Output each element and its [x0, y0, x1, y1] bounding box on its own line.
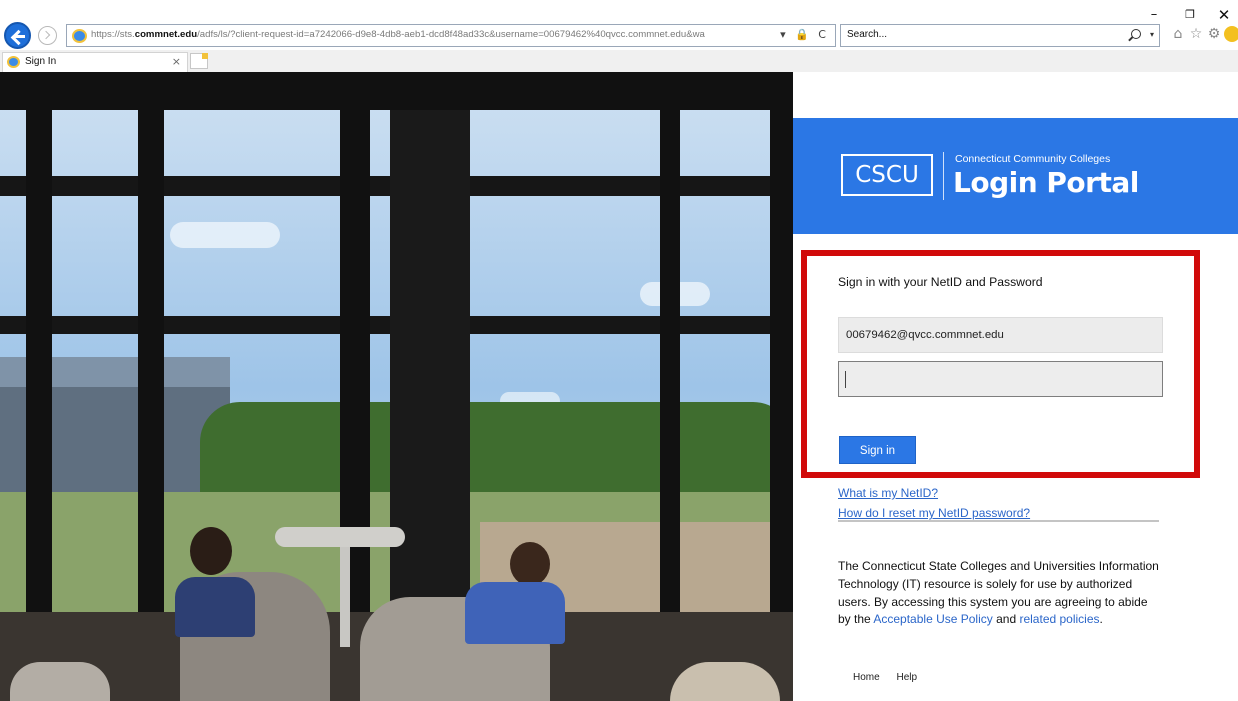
sign-in-button[interactable]: Sign in — [839, 436, 916, 464]
browser-chrome: – ❐ ✕ https://sts.commnet.edu/adfs/ls/?c… — [0, 0, 1238, 72]
brand-banner: CSCU Connecticut Community Colleges Logi… — [793, 118, 1238, 234]
policy-text-middle: and — [992, 612, 1020, 627]
text-caret — [845, 371, 846, 388]
cloud — [170, 222, 280, 248]
gear-icon[interactable]: ⚙ — [1206, 26, 1222, 42]
window-mullion — [770, 72, 793, 701]
armchair — [10, 662, 110, 701]
tab-sign-in[interactable]: Sign In × — [2, 52, 188, 72]
brand-title: Login Portal — [953, 166, 1139, 199]
back-arrow-icon[interactable] — [4, 22, 31, 49]
feedback-smiley-icon[interactable] — [1224, 26, 1238, 42]
background-photo — [0, 72, 793, 701]
what-is-netid-link[interactable]: What is my NetID? — [838, 486, 938, 500]
reset-password-link[interactable]: How do I reset my NetID password? — [838, 506, 1030, 520]
close-tab-icon[interactable]: × — [172, 55, 181, 68]
person-body — [465, 582, 565, 644]
acceptable-use-link[interactable]: Acceptable Use Policy — [873, 612, 992, 626]
footer-help-link[interactable]: Help — [896, 672, 917, 683]
tab-title: Sign In — [25, 56, 57, 67]
forward-arrow-icon[interactable] — [38, 26, 57, 45]
login-panel: CSCU Connecticut Community Colleges Logi… — [793, 72, 1238, 701]
logo-divider — [943, 152, 944, 200]
form-heading: Sign in with your NetID and Password — [838, 275, 1043, 289]
cscu-logo: CSCU — [841, 154, 933, 196]
window-mullion — [660, 72, 680, 701]
window-mullion — [26, 72, 52, 701]
policy-text-end: . — [1099, 612, 1103, 627]
lamp-stand — [340, 547, 350, 647]
username-value: 00679462@qvcc.commnet.edu — [846, 329, 1004, 341]
lamp — [275, 527, 405, 547]
url-path: /adfs/ls/?client-request-id=a7242066-d9e… — [197, 29, 705, 40]
address-url[interactable]: https://sts.commnet.edu/adfs/ls/?client-… — [91, 29, 781, 44]
url-prefix: https://sts. — [91, 29, 135, 40]
search-icon[interactable] — [1131, 29, 1141, 39]
toolbar-icons: ⌂ ☆ ⚙ — [1170, 26, 1238, 46]
username-field[interactable]: 00679462@qvcc.commnet.edu — [838, 317, 1163, 353]
window-mullion — [138, 72, 164, 701]
person-body — [175, 577, 255, 637]
footer-home-link[interactable]: Home — [853, 672, 880, 683]
footer-links: Home Help — [853, 672, 931, 683]
related-policies-link[interactable]: related policies — [1019, 612, 1099, 626]
address-row: https://sts.commnet.edu/adfs/ls/?client-… — [0, 20, 1238, 50]
address-tools[interactable]: ▾ 🔒 C — [780, 28, 829, 41]
search-input[interactable]: Search... — [847, 29, 887, 40]
home-icon[interactable]: ⌂ — [1170, 26, 1186, 42]
browser-search-box[interactable]: Search... ▾ — [840, 24, 1160, 47]
url-domain: commnet.edu — [134, 29, 198, 40]
person-head — [190, 527, 232, 575]
brand-subtitle: Connecticut Community Colleges — [955, 153, 1111, 165]
password-field[interactable] — [838, 361, 1163, 397]
divider — [838, 520, 1159, 522]
address-bar[interactable]: https://sts.commnet.edu/adfs/ls/?client-… — [66, 24, 836, 47]
ie-favicon-icon — [72, 29, 87, 43]
tab-strip: Sign In × — [0, 50, 1238, 72]
policy-text: The Connecticut State Colleges and Unive… — [838, 558, 1163, 629]
favorites-star-icon[interactable]: ☆ — [1188, 26, 1204, 42]
person-head — [510, 542, 550, 586]
ie-tab-icon — [7, 56, 20, 68]
chevron-down-icon[interactable]: ▾ — [1150, 30, 1154, 39]
new-tab-button[interactable] — [190, 53, 208, 69]
